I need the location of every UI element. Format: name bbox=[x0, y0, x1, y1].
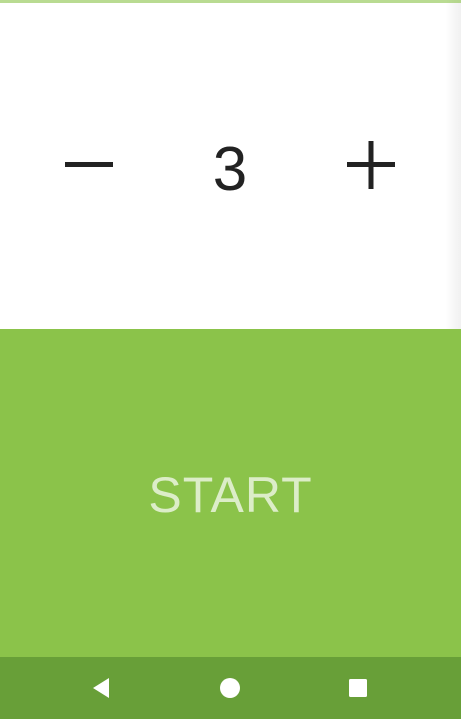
home-button[interactable] bbox=[213, 671, 247, 705]
recent-apps-button[interactable] bbox=[341, 671, 375, 705]
decrement-button[interactable] bbox=[49, 125, 129, 205]
top-accent-line bbox=[0, 0, 461, 3]
back-button[interactable] bbox=[84, 671, 118, 705]
counter-value: 3 bbox=[212, 135, 248, 204]
back-triangle-icon bbox=[93, 678, 109, 698]
edge-shadow bbox=[445, 0, 461, 329]
minus-icon bbox=[65, 162, 113, 167]
recent-square-icon bbox=[349, 679, 367, 697]
home-circle-icon bbox=[220, 678, 240, 698]
navigation-bar bbox=[0, 657, 461, 719]
start-label: START bbox=[148, 467, 313, 523]
increment-button[interactable] bbox=[331, 125, 411, 205]
start-button[interactable]: START bbox=[0, 329, 461, 657]
plus-icon bbox=[347, 141, 395, 189]
